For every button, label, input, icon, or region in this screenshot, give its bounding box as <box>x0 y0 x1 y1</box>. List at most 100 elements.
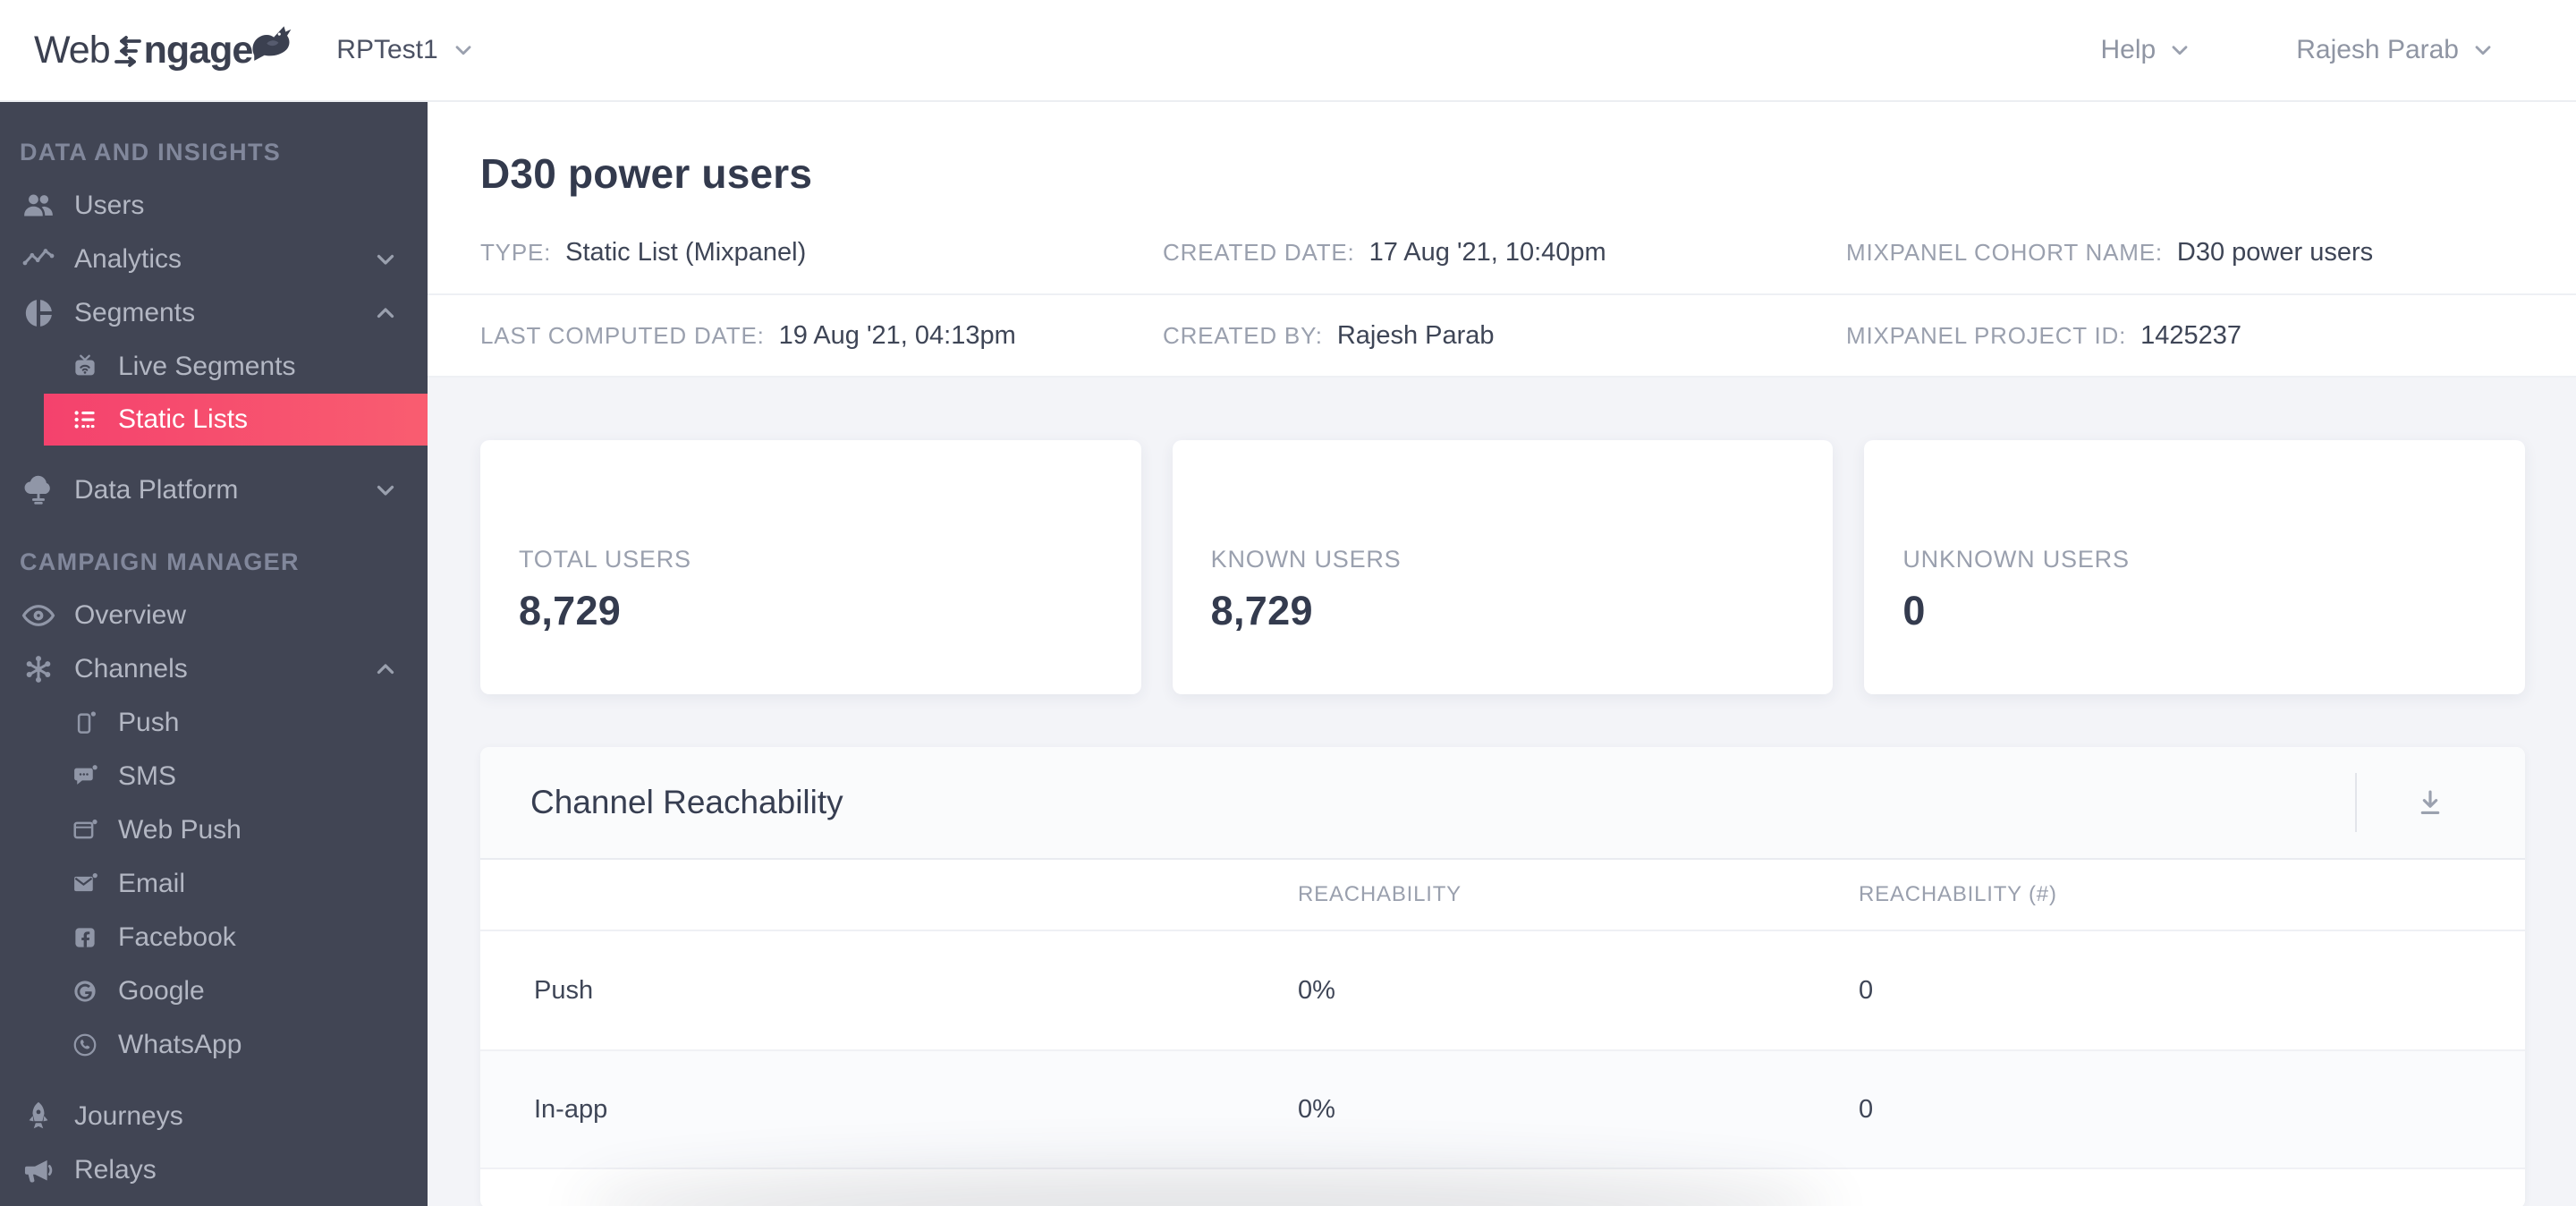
data-platform-icon <box>20 471 57 509</box>
meta-last-computed-date: LAST COMPUTED DATE: 19 Aug '21, 04:13pm <box>480 321 1163 351</box>
table-row-partial <box>480 1168 2525 1206</box>
logo-text-web: Web <box>34 28 111 72</box>
logo-arrows-icon <box>114 36 141 67</box>
chevron-down-icon <box>377 254 394 265</box>
column-header-reachability: REACHABILITY <box>1298 882 1462 906</box>
sidebar-item-label: Users <box>74 191 145 220</box>
whatsapp-icon <box>72 1032 98 1058</box>
sidebar-item-label: Data Platform <box>74 475 239 505</box>
meta-value: Static List (Mixpanel) <box>565 237 807 267</box>
sidebar-item-label: Push <box>118 708 180 737</box>
cell-channel: Push <box>534 975 594 1005</box>
table-header-row: REACHABILITY REACHABILITY (#) <box>480 860 2525 931</box>
sidebar-item-data-platform[interactable]: Data Platform <box>0 463 428 517</box>
users-icon <box>20 187 57 225</box>
sidebar-item-sms[interactable]: SMS <box>0 750 428 803</box>
meta-value: D30 power users <box>2176 237 2374 267</box>
user-menu[interactable]: Rajesh Parab <box>2296 35 2496 65</box>
stat-card-unknown-users: UNKNOWN USERS 0 <box>1864 440 2526 694</box>
panel-tools <box>2355 773 2450 832</box>
panel-header: Channel Reachability <box>480 747 2525 860</box>
section-header-data-insights: DATA AND INSIGHTS <box>20 138 282 166</box>
download-button[interactable] <box>2411 783 2450 822</box>
sidebar-item-label: Web Push <box>118 815 242 845</box>
stat-label: TOTAL USERS <box>519 545 691 573</box>
meta-mixpanel-cohort-name: MIXPANEL COHORT NAME: D30 power users <box>1846 238 2576 268</box>
sidebar-item-live-segments[interactable]: Live Segments <box>0 340 428 394</box>
push-icon <box>72 709 98 736</box>
sidebar-item-label: Email <box>118 869 186 898</box>
meta-label: MIXPANEL COHORT NAME: <box>1846 238 2163 266</box>
sidebar-item-email[interactable]: Email <box>0 857 428 911</box>
metadata-row: TYPE: Static List (Mixpanel) CREATED DAT… <box>428 211 2576 293</box>
journeys-rocket-icon <box>20 1098 57 1135</box>
stat-label: UNKNOWN USERS <box>1902 545 2130 573</box>
stat-label: KNOWN USERS <box>1210 545 1402 573</box>
sidebar-item-whatsapp[interactable]: WhatsApp <box>0 1018 428 1072</box>
metadata-row: LAST COMPUTED DATE: 19 Aug '21, 04:13pm … <box>428 293 2576 376</box>
sidebar-item-label: Segments <box>74 298 196 327</box>
sidebar-item-label: Analytics <box>74 244 182 274</box>
meta-created-date: CREATED DATE: 17 Aug '21, 10:40pm <box>1163 238 1846 268</box>
sidebar-item-relays[interactable]: Relays <box>0 1143 428 1197</box>
sidebar-item-analytics[interactable]: Analytics <box>0 233 428 286</box>
download-icon <box>2420 790 2440 814</box>
sidebar-item-label: Static Lists <box>118 404 249 434</box>
page-title: D30 power users <box>480 150 813 197</box>
cell-reachability-count: 0 <box>1859 1094 1874 1124</box>
sidebar-item-facebook[interactable]: Facebook <box>0 911 428 964</box>
panel-title: Channel Reachability <box>530 784 843 820</box>
sidebar-item-google[interactable]: Google <box>0 964 428 1018</box>
topbar: Web ngage RPTest1 Help Rajesh Parab <box>0 0 2576 102</box>
cell-reachability: 0% <box>1298 1094 1335 1124</box>
sidebar-item-label: Overview <box>74 600 187 630</box>
meta-label: TYPE: <box>480 238 552 266</box>
sidebar-item-users[interactable]: Users <box>0 179 428 233</box>
meta-value: 17 Aug '21, 10:40pm <box>1368 237 1606 267</box>
main-content: D30 power users TYPE: Static List (Mixpa… <box>428 102 2576 1206</box>
meta-mixpanel-project-id: MIXPANEL PROJECT ID: 1425237 <box>1846 321 2576 351</box>
sidebar-item-label: Google <box>118 976 205 1006</box>
list-metadata: TYPE: Static List (Mixpanel) CREATED DAT… <box>428 211 2576 378</box>
project-switcher[interactable]: RPTest1 <box>336 35 475 65</box>
sidebar-item-journeys[interactable]: Journeys <box>0 1090 428 1143</box>
webengage-logo[interactable]: Web ngage <box>34 25 292 72</box>
content-area: TOTAL USERS 8,729 KNOWN USERS 8,729 UNKN… <box>428 378 2576 1206</box>
help-menu[interactable]: Help <box>2101 35 2193 65</box>
topbar-right: Help Rajesh Parab <box>2101 35 2496 65</box>
meta-label: CREATED BY: <box>1163 321 1323 349</box>
sidebar-item-label: Channels <box>74 654 188 684</box>
sidebar-item-push[interactable]: Push <box>0 696 428 750</box>
facebook-icon <box>72 924 98 951</box>
project-name: RPTest1 <box>336 35 438 64</box>
chevron-down-icon <box>455 46 471 55</box>
stat-value: 8,729 <box>1210 587 1313 633</box>
chevron-up-icon <box>377 664 394 675</box>
sidebar-item-overview[interactable]: Overview <box>0 589 428 642</box>
sms-icon <box>72 763 98 790</box>
sidebar-item-label: Live Segments <box>118 352 296 381</box>
stat-value: 8,729 <box>519 587 622 633</box>
meta-type: TYPE: Static List (Mixpanel) <box>480 238 1163 268</box>
sidebar-item-channels[interactable]: Channels <box>0 642 428 696</box>
analytics-icon <box>20 241 57 278</box>
meta-created-by: CREATED BY: Rajesh Parab <box>1163 321 1846 351</box>
sidebar-item-label: Facebook <box>118 922 236 952</box>
meta-value: 1425237 <box>2140 320 2242 350</box>
stat-cards: TOTAL USERS 8,729 KNOWN USERS 8,729 UNKN… <box>480 440 2526 694</box>
user-name: Rajesh Parab <box>2296 35 2459 64</box>
email-icon <box>72 871 98 897</box>
segments-icon <box>20 294 57 332</box>
webengage-bird-icon <box>252 25 292 61</box>
web-push-icon <box>72 817 98 844</box>
stat-card-known-users: KNOWN USERS 8,729 <box>1172 440 1834 694</box>
channels-icon <box>20 650 57 688</box>
cell-reachability-count: 0 <box>1859 975 1874 1005</box>
reachability-table: REACHABILITY REACHABILITY (#) Push 0% 0 … <box>480 860 2525 1206</box>
sidebar-item-segments[interactable]: Segments <box>0 286 428 340</box>
sidebar-item-static-lists[interactable]: Static Lists <box>44 394 428 446</box>
static-lists-icon <box>72 406 98 433</box>
table-row-in-app: In-app 0% 0 <box>480 1049 2525 1168</box>
sidebar-item-label: WhatsApp <box>118 1030 242 1059</box>
sidebar-item-web-push[interactable]: Web Push <box>0 803 428 857</box>
